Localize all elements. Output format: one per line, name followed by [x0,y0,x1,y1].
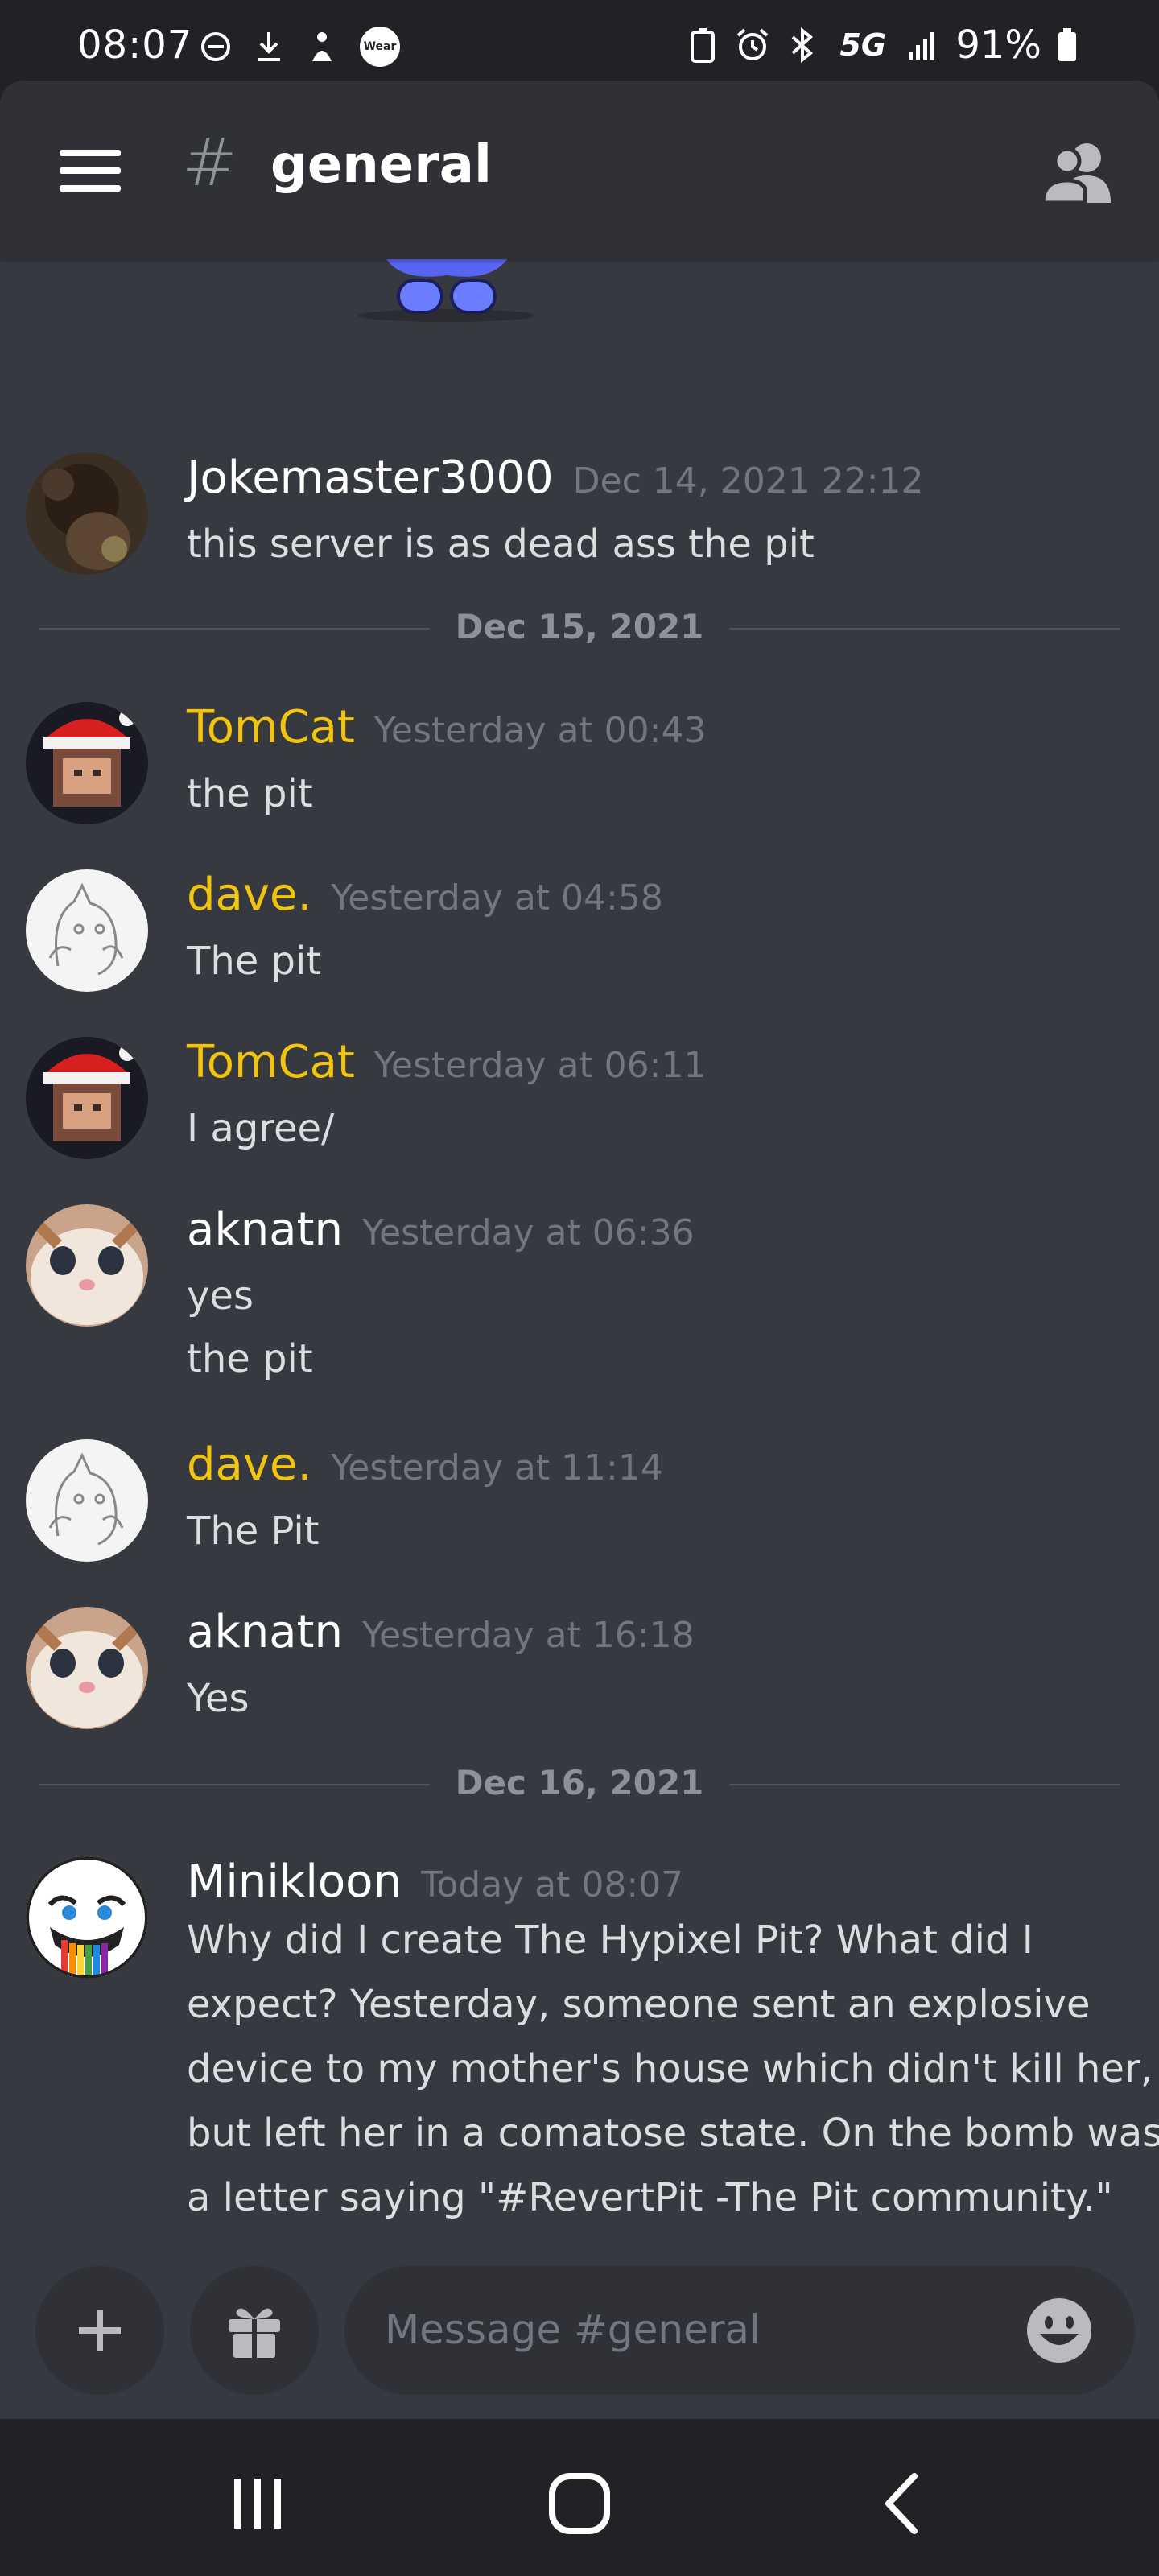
wear-icon: Wear [357,24,402,69]
system-nav-bar [0,2419,1159,2576]
status-bar: 08:07 Wear 5G 91% [0,0,1159,84]
message-timestamp: Dec 14, 2021 22:12 [572,460,924,502]
author-name[interactable]: aknatn [187,1203,343,1256]
avatar[interactable] [26,702,148,824]
recycle-battery-icon [685,27,720,63]
avatar[interactable] [26,869,148,992]
network-5g-icon: 5G [835,27,891,63]
channel-header: # general [0,80,1159,259]
date-divider-label: Dec 16, 2021 [429,1763,730,1802]
author-name[interactable]: Minikloon [187,1856,402,1908]
menu-icon[interactable] [60,150,121,192]
avatar[interactable] [26,452,148,575]
notification-icons: Wear [198,24,402,69]
author-name[interactable]: TomCat [187,701,355,753]
message-line: device to my mother's house which didn't… [187,2046,1153,2091]
date-divider: Dec 15, 2021 [39,604,1120,652]
discord-app: # general Jokemaster3000 Dec 14, 2021 22… [0,80,1159,2419]
message-author[interactable]: dave. Yesterday at 11:14 [187,1438,663,1492]
back-button[interactable] [853,2467,950,2540]
message-timestamp: Yesterday at 06:11 [373,1045,707,1086]
gift-icon [229,2308,280,2358]
avatar[interactable] [26,1607,148,1729]
message-list[interactable]: Jokemaster3000 Dec 14, 2021 22:12 this se… [0,259,1159,2264]
message-text: the pit [187,771,313,816]
message-author[interactable]: dave. Yesterday at 04:58 [187,868,663,922]
message-line: expect? Yesterday, someone sent an explo… [187,1982,1091,2027]
message-timestamp: Yesterday at 06:36 [362,1212,695,1253]
plus-icon [79,2310,121,2351]
wear-label: Wear [363,40,397,53]
back-icon [885,2473,918,2534]
message-text: the pit [187,1336,313,1381]
message-author[interactable]: aknatn Yesterday at 16:18 [187,1605,695,1659]
message-line: a letter saying "#RevertPit -The Pit com… [187,2175,1113,2220]
signal-icon [905,27,941,63]
download-icon [251,29,287,64]
message-timestamp: Yesterday at 00:43 [373,710,707,751]
members-icon[interactable] [1040,140,1117,205]
channel-hash-icon: # [182,125,237,201]
bluetooth-icon [785,27,820,63]
recent-apps-button[interactable] [209,2467,306,2540]
message-author[interactable]: TomCat Yesterday at 00:43 [187,700,706,754]
battery-percent: 91% [955,23,1041,68]
author-name[interactable]: dave. [187,1439,311,1491]
message-author[interactable]: aknatn Yesterday at 06:36 [187,1203,695,1257]
message-input-placeholder: Message #general [385,2306,761,2353]
avatar[interactable] [26,1037,148,1159]
author-name[interactable]: dave. [187,869,311,921]
avatar[interactable] [26,1439,148,1562]
date-divider: Dec 16, 2021 [39,1760,1120,1808]
channel-title[interactable]: general [270,137,492,194]
avatar[interactable] [26,1856,148,1979]
emoji-icon[interactable] [1025,2297,1093,2364]
message-timestamp: Yesterday at 16:18 [362,1615,695,1656]
upload-icon [304,29,340,64]
message-text: this server is as dead ass the pit [187,522,815,567]
add-attachment-button[interactable] [35,2266,164,2395]
message-text: The Pit [187,1509,320,1554]
message-text: I agree/ [187,1106,335,1151]
sticker-image [358,259,535,322]
status-time: 08:07 [77,23,193,68]
message-text: Yes [187,1676,250,1721]
alarm-icon [735,27,770,63]
message-text: yes [187,1274,254,1319]
message-timestamp: Today at 08:07 [420,1864,684,1905]
message-author[interactable]: Jokemaster3000 Dec 14, 2021 22:12 [187,451,924,505]
network-label: 5G [839,27,887,63]
message-author[interactable]: Minikloon Today at 08:07 [187,1855,683,1909]
gift-button[interactable] [190,2266,319,2395]
message-input[interactable]: Message #general [344,2266,1135,2395]
system-icons: 5G 91% [685,23,1079,68]
avatar[interactable] [26,1204,148,1327]
home-icon [549,2473,610,2534]
recent-apps-icon [234,2479,281,2529]
home-button[interactable] [531,2467,628,2540]
message-line: Why did I create The Hypixel Pit? What d… [187,1918,1033,1963]
message-timestamp: Yesterday at 04:58 [331,877,663,919]
message-text: The pit [187,939,322,984]
author-name[interactable]: Jokemaster3000 [187,452,554,504]
date-divider-label: Dec 15, 2021 [429,607,730,646]
message-line: but left her in a comatose state. On the… [187,2111,1159,2156]
message-author[interactable]: TomCat Yesterday at 06:11 [187,1035,706,1089]
message-text: Why did I create The Hypixel Pit? What d… [187,1908,1159,2230]
message-timestamp: Yesterday at 11:14 [331,1447,663,1488]
battery-icon [1056,27,1079,63]
author-name[interactable]: TomCat [187,1036,355,1088]
author-name[interactable]: aknatn [187,1606,343,1658]
do-not-disturb-icon [198,29,233,64]
